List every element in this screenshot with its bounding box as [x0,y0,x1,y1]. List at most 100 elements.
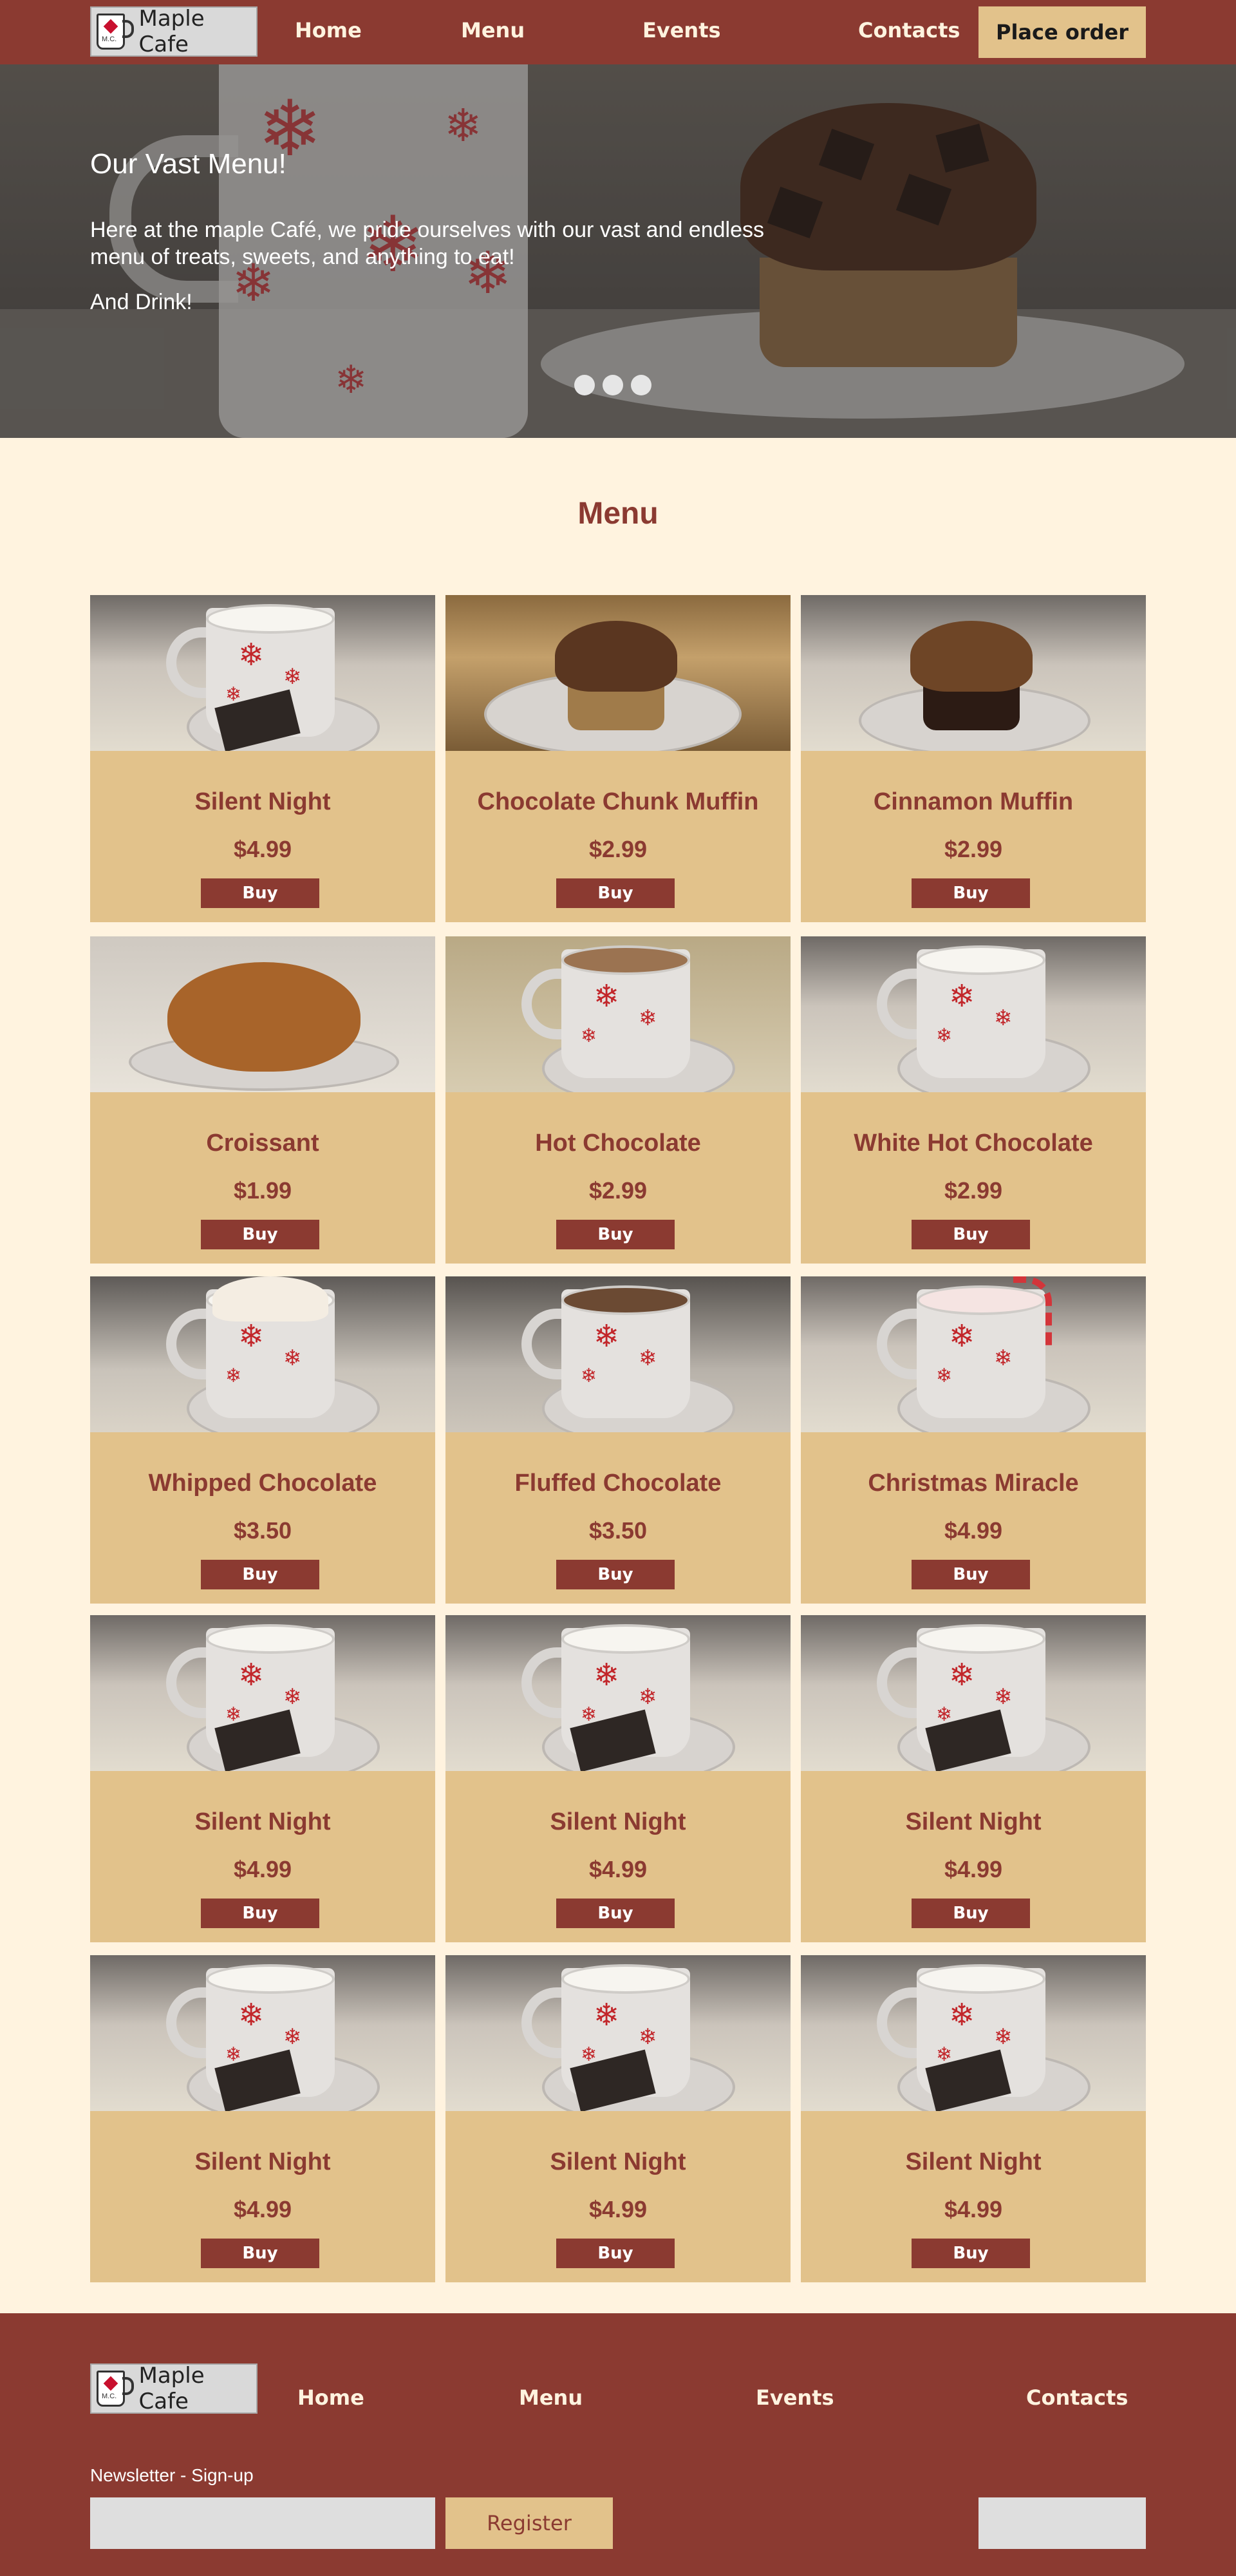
menu-item-price: $2.99 [944,1177,1003,1204]
menu-item-name: Christmas Miracle [868,1470,1079,1497]
buy-button[interactable]: Buy [556,1560,675,1589]
nav-events[interactable]: Events [642,18,721,43]
menu-item-price: $4.99 [233,2196,292,2222]
menu-item-card: ❄ ❄ ❄ Whipped Chocolate $3.50 Buy [90,1276,435,1604]
buy-button[interactable]: Buy [912,1560,1030,1589]
menu-item-card: ❄ ❄ ❄ White Hot Chocolate $2.99 Buy [801,936,1146,1264]
logo-initials: M.C. [102,2392,117,2400]
menu-item-photo: ❄ ❄ ❄ [90,1276,435,1432]
menu-item-name: Silent Night [905,2148,1042,2175]
buy-button[interactable]: Buy [201,878,319,908]
site-footer: M.C. Maple Cafe Home Menu Events Contact… [0,2313,1236,2576]
menu-item-photo [801,595,1146,751]
hero-title: Our Vast Menu! [90,148,286,180]
menu-item-card: ❄ ❄ ❄ Hot Chocolate $2.99 Buy [445,936,791,1264]
buy-button[interactable]: Buy [201,1899,319,1928]
menu-item-name: Fluffed Chocolate [514,1470,722,1497]
nav-home[interactable]: Home [295,18,362,43]
place-order-button[interactable]: Place order [979,6,1146,58]
menu-item-photo: ❄ ❄ ❄ [90,1955,435,2111]
menu-item-price: $3.50 [233,1517,292,1544]
menu-item-name: White Hot Chocolate [854,1130,1093,1157]
carousel-dot[interactable] [603,375,623,395]
buy-button[interactable]: Buy [556,1220,675,1249]
menu-item-name: Whipped Chocolate [148,1470,377,1497]
menu-item-price: $4.99 [944,1517,1003,1544]
newsletter-email-input[interactable] [90,2497,435,2549]
menu-item-card: Cinnamon Muffin $2.99 Buy [801,595,1146,922]
menu-item-name: Silent Night [550,2148,686,2175]
menu-item-name: Chocolate Chunk Muffin [477,788,759,815]
hero-text: Here at the maple Café, we pride ourselv… [90,218,764,269]
buy-button[interactable]: Buy [201,1220,319,1249]
mug-logo-icon: M.C. [95,11,134,52]
buy-button[interactable]: Buy [556,1899,675,1928]
menu-item-photo: ❄ ❄ ❄ [445,1276,791,1432]
buy-button[interactable]: Buy [201,1560,319,1589]
menu-item-price: $3.50 [588,1517,648,1544]
footer-input-box[interactable] [979,2497,1146,2549]
footer-nav-events[interactable]: Events [756,2385,834,2410]
menu-item-price: $4.99 [233,836,292,862]
menu-item-price: $4.99 [944,1856,1003,1882]
nav-contacts[interactable]: Contacts [858,18,960,43]
menu-item-photo: ❄ ❄ ❄ [801,1955,1146,2111]
mug-logo-icon: M.C. [95,2368,134,2409]
menu-item-price: $2.99 [588,836,648,862]
buy-button[interactable]: Buy [912,878,1030,908]
menu-item-photo: ❄ ❄ ❄ [445,1615,791,1771]
footer-logo[interactable]: M.C. Maple Cafe [90,2363,258,2414]
buy-button[interactable]: Buy [201,2239,319,2268]
buy-button[interactable]: Buy [912,2239,1030,2268]
menu-item-card: ❄ ❄ ❄ Fluffed Chocolate $3.50 Buy [445,1276,791,1604]
menu-item-photo [90,936,435,1092]
buy-button[interactable]: Buy [556,878,675,908]
menu-item-name: Silent Night [550,1808,686,1835]
menu-item-card: ❄ ❄ ❄ Silent Night $4.99 Buy [801,1955,1146,2282]
menu-item-card: Chocolate Chunk Muffin $2.99 Buy [445,595,791,922]
brand-name: Maple Cafe [138,6,205,57]
buy-button[interactable]: Buy [912,1220,1030,1249]
buy-button[interactable]: Buy [556,2239,675,2268]
register-button[interactable]: Register [445,2497,613,2549]
menu-item-card: ❄ ❄ ❄ Silent Night $4.99 Buy [445,1615,791,1942]
hero-banner: ❄ ❄ ❄ ❄ ❄ ❄ Our Vast Menu! Here at the m… [0,64,1236,438]
menu-item-name: Silent Night [905,1808,1042,1835]
hero-subtext: And Drink! [90,290,192,314]
menu-item-name: Silent Night [194,2148,331,2175]
brand-logo[interactable]: M.C. Maple Cafe [90,6,258,57]
menu-item-price: $2.99 [588,1177,648,1204]
footer-nav-home[interactable]: Home [297,2385,364,2410]
menu-item-price: $2.99 [944,836,1003,862]
menu-item-card: Croissant $1.99 Buy [90,936,435,1264]
menu-item-card: ❄ ❄ ❄ Christmas Miracle $4.99 Buy [801,1276,1146,1604]
logo-initials: M.C. [102,35,117,43]
footer-nav-contacts[interactable]: Contacts [1026,2385,1128,2410]
carousel-dot[interactable] [631,375,651,395]
menu-item-price: $4.99 [944,2196,1003,2222]
menu-item-card: ❄ ❄ ❄ Silent Night $4.99 Buy [90,1615,435,1942]
menu-item-photo: ❄ ❄ ❄ [801,1615,1146,1771]
menu-item-name: Cinnamon Muffin [873,788,1074,815]
menu-item-photo [445,595,791,751]
menu-item-name: Silent Night [194,1808,331,1835]
footer-nav-menu[interactable]: Menu [519,2385,583,2410]
menu-item-card: ❄ ❄ ❄ Silent Night $4.99 Buy [90,595,435,922]
menu-item-price: $4.99 [588,2196,648,2222]
menu-item-price: $1.99 [233,1177,292,1204]
brand-name: Maple Cafe [138,2363,205,2414]
carousel-dot[interactable] [574,375,595,395]
menu-item-photo: ❄ ❄ ❄ [90,1615,435,1771]
nav-menu[interactable]: Menu [461,18,525,43]
menu-heading: Menu [577,497,659,531]
menu-item-name: Croissant [206,1130,319,1157]
menu-item-price: $4.99 [233,1856,292,1882]
buy-button[interactable]: Buy [912,1899,1030,1928]
site-header: M.C. Maple Cafe Home Menu Events Contact… [0,0,1236,64]
menu-item-card: ❄ ❄ ❄ Silent Night $4.99 Buy [90,1955,435,2282]
menu-item-photo: ❄ ❄ ❄ [90,595,435,751]
menu-item-name: Silent Night [194,788,331,815]
menu-item-photo: ❄ ❄ ❄ [801,1276,1146,1432]
menu-item-card: ❄ ❄ ❄ Silent Night $4.99 Buy [801,1615,1146,1942]
menu-item-card: ❄ ❄ ❄ Silent Night $4.99 Buy [445,1955,791,2282]
